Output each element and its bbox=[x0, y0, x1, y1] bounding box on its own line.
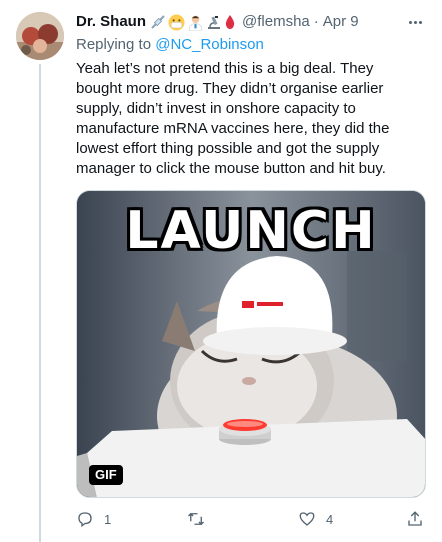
mask-face-icon bbox=[168, 14, 185, 30]
reply-count: 1 bbox=[104, 511, 112, 527]
gif-media[interactable]: LAUNCH GIF bbox=[76, 190, 426, 498]
scientist-icon bbox=[188, 15, 203, 31]
like-count: 4 bbox=[326, 511, 334, 527]
reply-icon bbox=[78, 512, 92, 528]
avatar[interactable] bbox=[16, 12, 64, 60]
more-options-icon[interactable] bbox=[404, 12, 426, 32]
replying-to-prefix: Replying to bbox=[76, 36, 156, 53]
author-name[interactable]: Dr. Shaun bbox=[76, 12, 146, 32]
gif-badge: GIF bbox=[89, 465, 123, 485]
thread-connector-line bbox=[39, 64, 41, 542]
blood-drop-icon bbox=[225, 15, 235, 29]
like-action[interactable]: 4 bbox=[298, 510, 333, 528]
avatar-image bbox=[16, 12, 64, 60]
tweet-body: Dr. Shaun @flemsha · Apr 9 Replying to @… bbox=[76, 12, 426, 179]
syringe-icon bbox=[151, 15, 165, 29]
author-handle[interactable]: @flemsha bbox=[242, 12, 310, 32]
tweet-text: Yeah let’s not pretend this is a big dea… bbox=[76, 60, 390, 177]
tweet-header: Dr. Shaun @flemsha · Apr 9 bbox=[76, 12, 426, 32]
share-icon bbox=[408, 511, 422, 526]
tweet-date[interactable]: Apr 9 bbox=[323, 12, 359, 32]
tweet-actions: 1 4 bbox=[76, 510, 426, 532]
retweet-action[interactable] bbox=[186, 510, 216, 528]
retweet-icon bbox=[188, 512, 204, 526]
share-action[interactable] bbox=[406, 510, 424, 528]
meta-separator: · bbox=[313, 13, 319, 30]
reply-action[interactable]: 1 bbox=[76, 510, 111, 528]
replying-to-mention[interactable]: @NC_Robinson bbox=[155, 36, 264, 53]
heart-icon bbox=[299, 512, 315, 526]
author-emoji-row bbox=[150, 14, 236, 31]
replying-to-line: Replying to @NC_Robinson bbox=[76, 35, 426, 55]
gif-caption: LAUNCH bbox=[125, 201, 377, 261]
microscope-icon bbox=[208, 16, 221, 29]
